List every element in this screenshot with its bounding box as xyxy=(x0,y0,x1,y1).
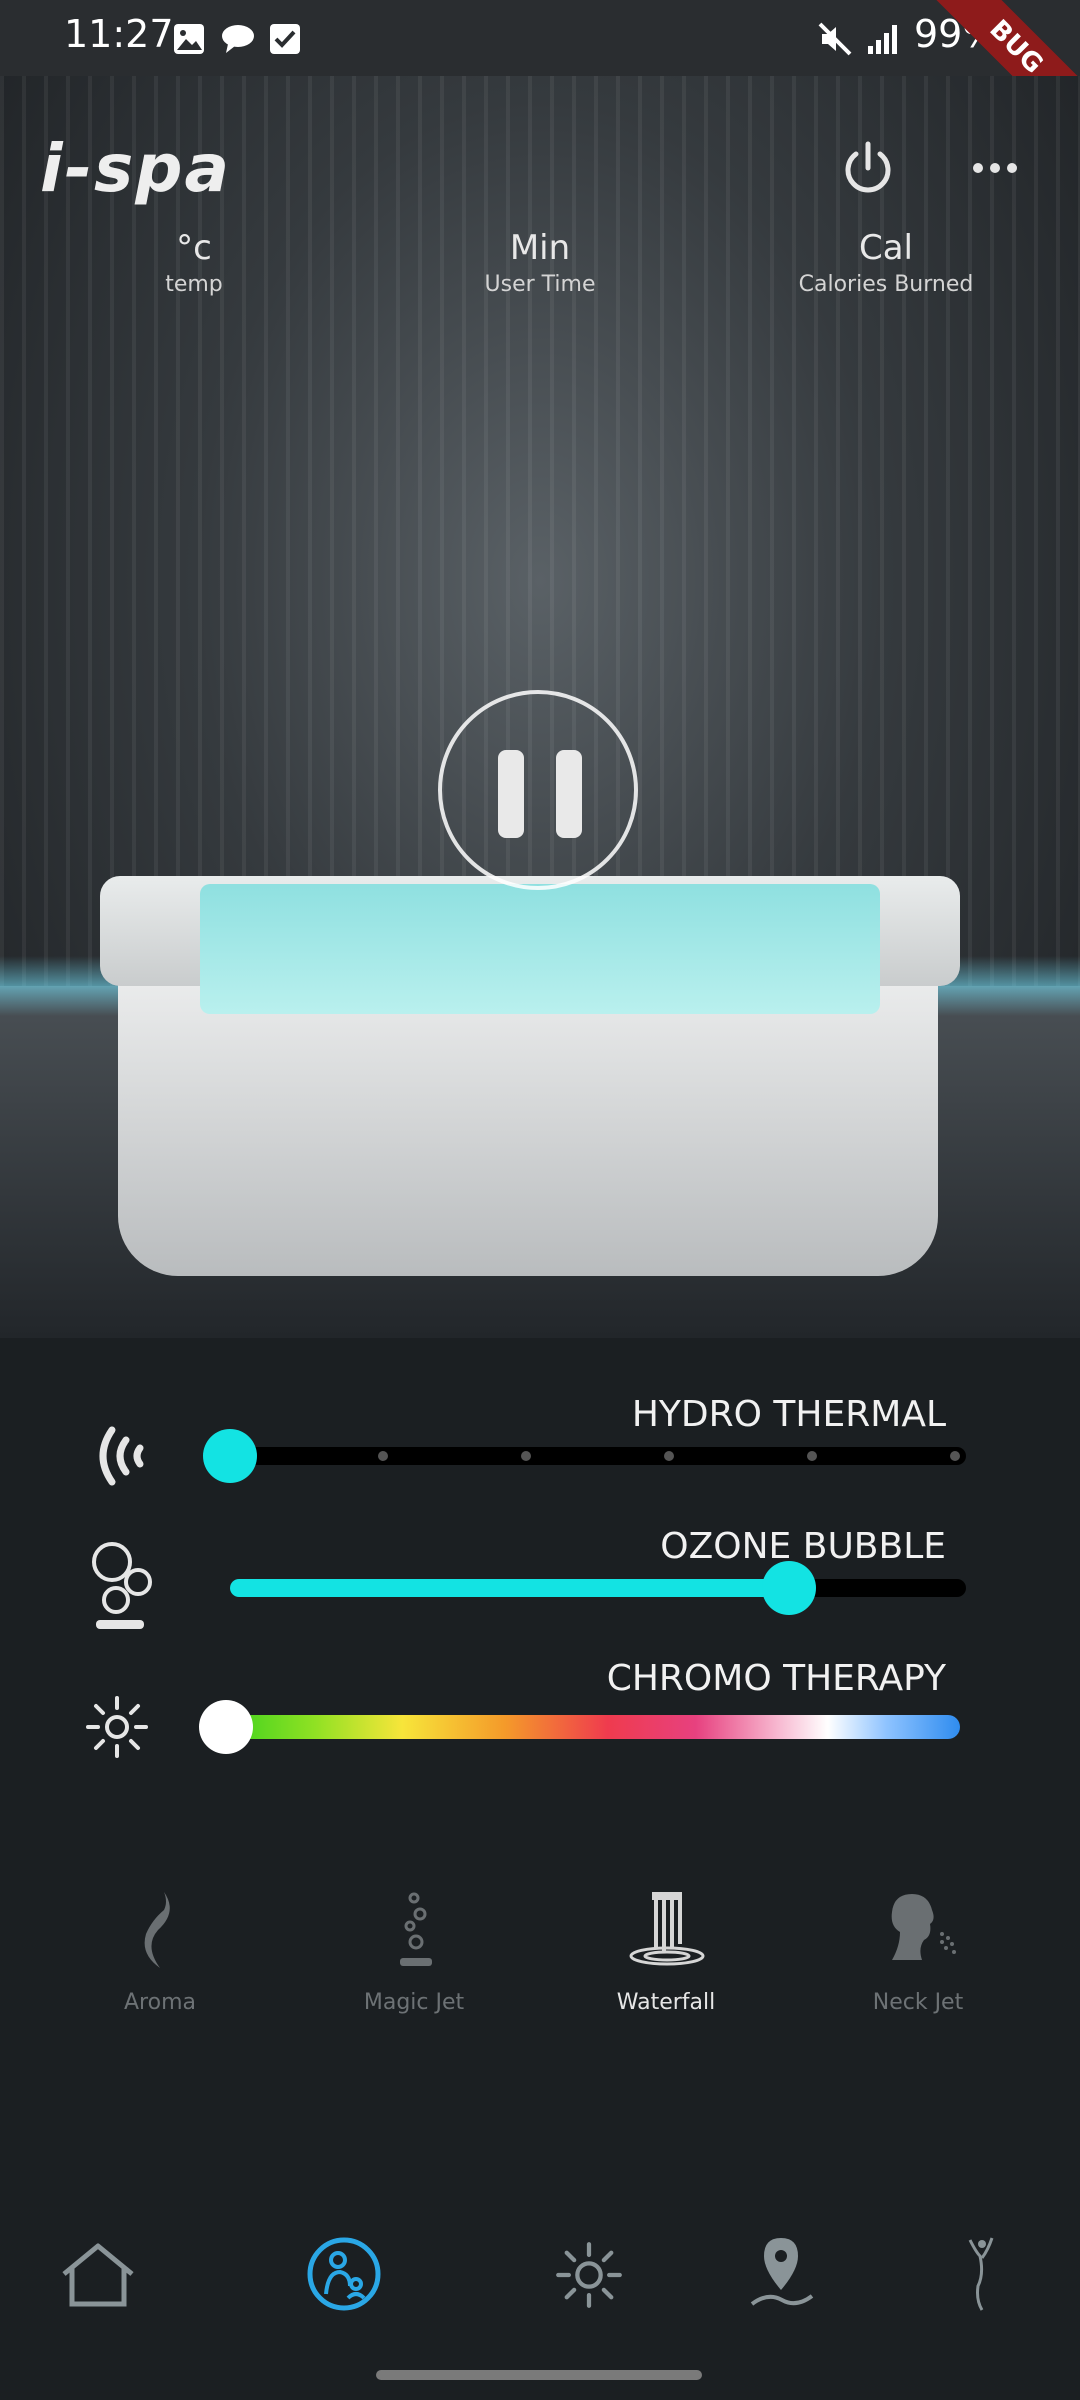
ozone-bubble-icon xyxy=(86,1540,156,1638)
pause-icon-left xyxy=(498,750,524,838)
magic-jet-icon xyxy=(400,1892,432,1966)
stat-user-time: Min User Time xyxy=(430,228,650,302)
hydro-thermal-icon xyxy=(82,1418,152,1498)
hydro-thermal-label: HYDRO THERMAL xyxy=(631,1394,946,1435)
chromo-therapy-thumb[interactable] xyxy=(199,1700,253,1754)
nav-home[interactable] xyxy=(58,2240,138,2314)
slider-tick xyxy=(521,1451,531,1461)
chromo-therapy-slider[interactable] xyxy=(226,1715,960,1739)
message-icon xyxy=(220,22,256,56)
location-icon xyxy=(750,2238,814,2306)
feature-aroma[interactable]: Aroma xyxy=(60,1890,260,2020)
feature-magic-jet-label: Magic Jet xyxy=(363,1990,465,2015)
figure-icon xyxy=(968,2237,994,2311)
nav-light[interactable] xyxy=(554,2240,624,2314)
stat-temp: °c temp xyxy=(84,228,304,302)
home-icon xyxy=(62,2243,134,2307)
slider-tick xyxy=(807,1451,817,1461)
stat-calories-label: Calories Burned xyxy=(798,272,974,297)
feature-magic-jet[interactable]: Magic Jet xyxy=(314,1890,514,2020)
more-icon xyxy=(973,163,1017,173)
home-indicator[interactable] xyxy=(376,2370,702,2380)
image-icon xyxy=(172,22,206,56)
nav-spa-user[interactable] xyxy=(304,2236,384,2316)
stat-temp-label: temp xyxy=(165,272,223,297)
ozone-bubble-slider[interactable] xyxy=(230,1579,966,1597)
stat-user-time-label: User Time xyxy=(484,272,596,297)
neck-jet-icon xyxy=(891,1894,956,1960)
stat-calories: Cal Calories Burned xyxy=(776,228,996,302)
spa-user-icon xyxy=(307,2237,381,2311)
chromo-therapy-label: CHROMO THERAPY xyxy=(606,1658,946,1699)
ozone-bubble-label: OZONE BUBBLE xyxy=(660,1526,946,1567)
slider-tick xyxy=(950,1451,960,1461)
ozone-bubble-thumb[interactable] xyxy=(762,1561,817,1615)
feature-aroma-label: Aroma xyxy=(124,1990,196,2015)
ozone-bubble-fill xyxy=(230,1579,790,1597)
stat-calories-value: Cal xyxy=(858,228,914,268)
status-time: 11:27 xyxy=(64,12,174,56)
stat-user-time-value: Min xyxy=(509,228,571,268)
pause-button[interactable] xyxy=(438,690,638,890)
nav-location[interactable] xyxy=(746,2234,816,2318)
slider-tick xyxy=(378,1451,388,1461)
feature-neck-jet-label: Neck Jet xyxy=(872,1990,964,2015)
nav-figure[interactable] xyxy=(956,2234,1006,2318)
light-icon xyxy=(556,2242,622,2308)
feature-waterfall[interactable]: Waterfall xyxy=(566,1890,766,2020)
hydro-thermal-thumb[interactable] xyxy=(203,1429,257,1483)
pause-icon-right xyxy=(556,750,582,838)
stat-temp-value: °c xyxy=(176,228,212,268)
slider-tick xyxy=(664,1451,674,1461)
feature-waterfall-label: Waterfall xyxy=(616,1990,716,2015)
app-logo: i-spa xyxy=(40,130,232,207)
chromo-therapy-icon xyxy=(84,1694,150,1764)
waterfall-icon xyxy=(629,1892,705,1966)
hydro-thermal-slider[interactable] xyxy=(230,1447,966,1465)
mute-icon xyxy=(818,22,854,56)
spa-tub-water xyxy=(200,884,880,1014)
feature-neck-jet[interactable]: Neck Jet xyxy=(818,1890,1018,2020)
power-button[interactable] xyxy=(838,138,898,202)
signal-icon xyxy=(866,22,902,56)
checkbox-icon xyxy=(268,22,302,56)
aroma-icon xyxy=(144,1892,170,1968)
power-icon xyxy=(845,141,891,193)
more-button[interactable] xyxy=(970,150,1020,190)
